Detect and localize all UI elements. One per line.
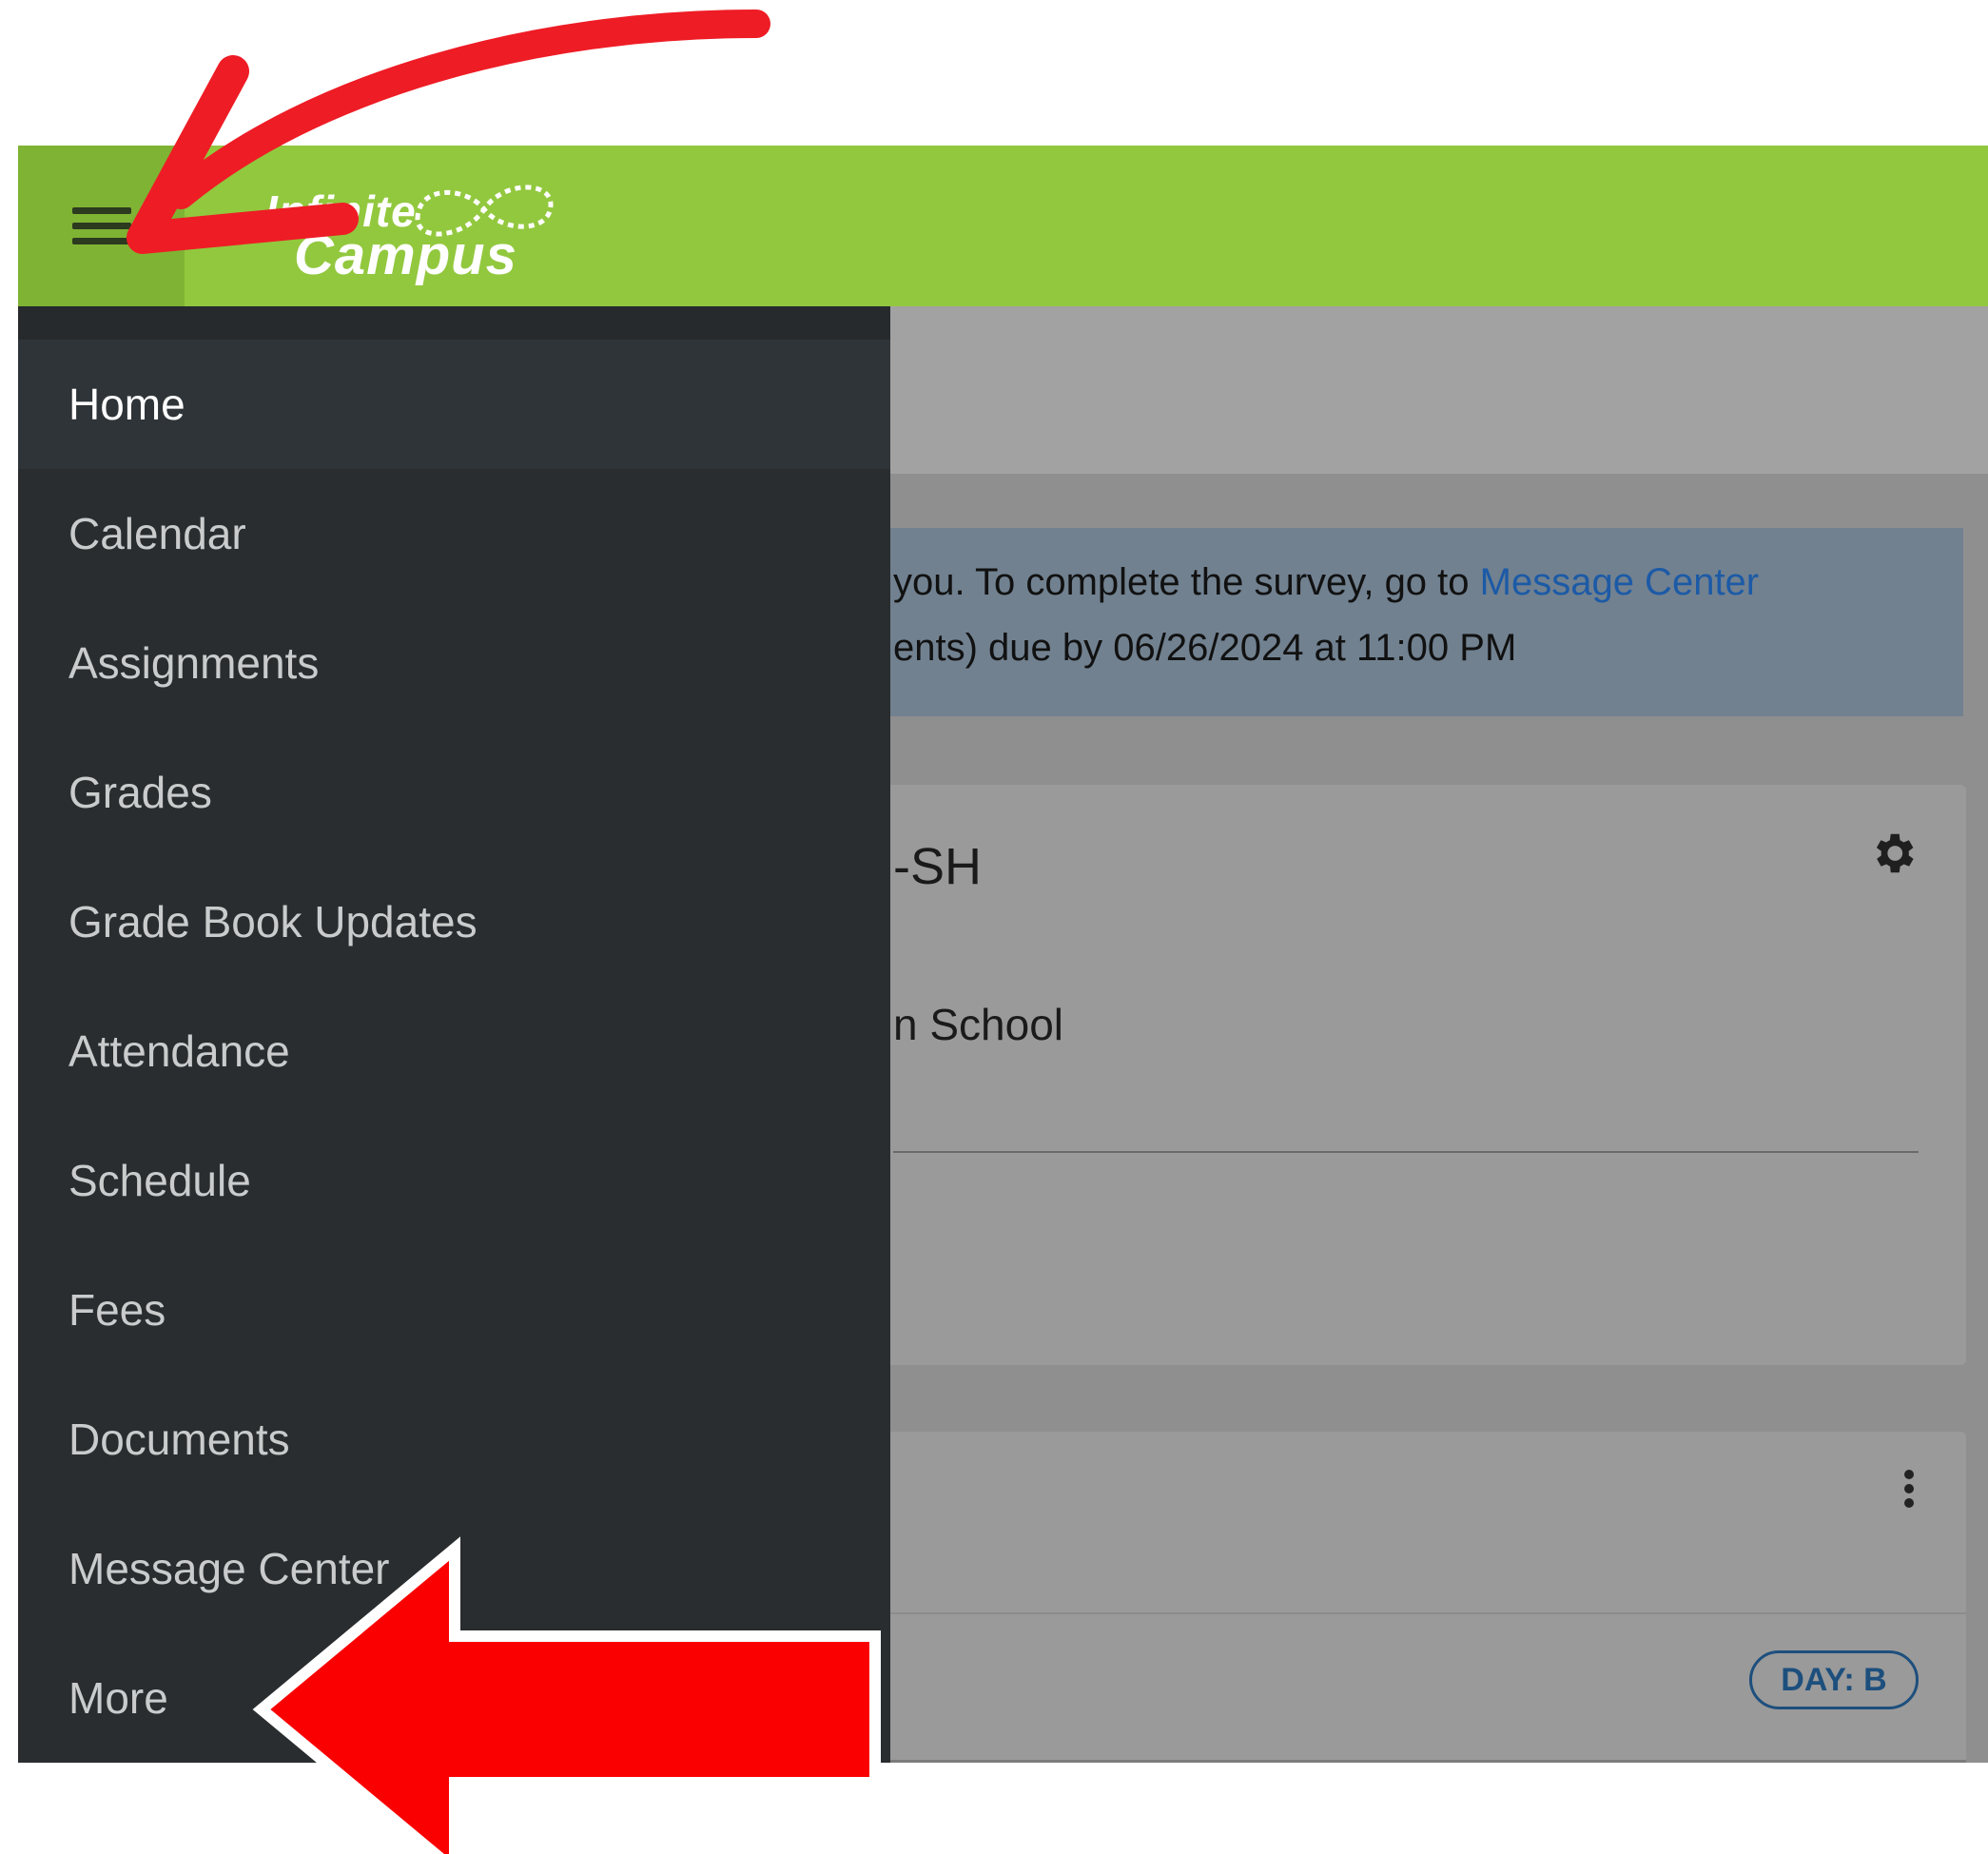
- day-badge: DAY: B: [1749, 1650, 1919, 1709]
- sidebar-item-message-center[interactable]: Message Center: [18, 1504, 890, 1633]
- infinite-campus-logo: Infinite Campus: [237, 157, 579, 300]
- sidebar-item-assignments[interactable]: Assignments: [18, 598, 890, 728]
- sidebar-item-grades[interactable]: Grades: [18, 728, 890, 857]
- infinity-logo-icon: [415, 185, 554, 237]
- sidebar-item-documents[interactable]: Documents: [18, 1375, 890, 1504]
- sidebar-item-attendance[interactable]: Attendance: [18, 986, 890, 1116]
- message-center-link[interactable]: Message Center: [1480, 561, 1759, 603]
- schedule-card: DAY: B: [874, 1432, 1966, 1763]
- alert-line-1: you. To complete the survey, go to Messa…: [893, 561, 1759, 604]
- top-bar: Infinite Campus: [18, 146, 1988, 306]
- school-card: -SH n School: [874, 785, 1966, 1365]
- alert-line-2: ents) due by 06/26/2024 at 11:00 PM: [893, 627, 1517, 669]
- kebab-menu-icon[interactable]: [1900, 1470, 1919, 1517]
- sidebar-item-schedule[interactable]: Schedule: [18, 1116, 890, 1245]
- survey-alert-banner: you. To complete the survey, go to Messa…: [874, 528, 1963, 716]
- school-card-subtitle: n School: [893, 1000, 1064, 1049]
- sidebar-item-home[interactable]: Home: [18, 340, 890, 469]
- sidebar-item-grade-book-updates[interactable]: Grade Book Updates: [18, 857, 890, 986]
- sidebar-item-calendar[interactable]: Calendar: [18, 469, 890, 598]
- sidebar-item-fees[interactable]: Fees: [18, 1245, 890, 1375]
- card-divider: [874, 1760, 1966, 1763]
- school-card-title: -SH: [893, 838, 982, 895]
- gear-icon[interactable]: [1867, 828, 1919, 879]
- sidebar-nav: Home Calendar Assignments Grades Grade B…: [18, 306, 890, 1763]
- alert-text: you. To complete the survey, go to: [893, 561, 1480, 603]
- sidebar-top-strip: [18, 306, 890, 340]
- sidebar-item-more[interactable]: More: [18, 1633, 890, 1763]
- card-divider: [893, 1151, 1919, 1153]
- card-divider: [874, 1612, 1966, 1614]
- app-window: Infinite Campus you. To complete the sur…: [18, 146, 1988, 1763]
- hamburger-menu-button[interactable]: [18, 146, 185, 306]
- hamburger-icon: [71, 199, 131, 253]
